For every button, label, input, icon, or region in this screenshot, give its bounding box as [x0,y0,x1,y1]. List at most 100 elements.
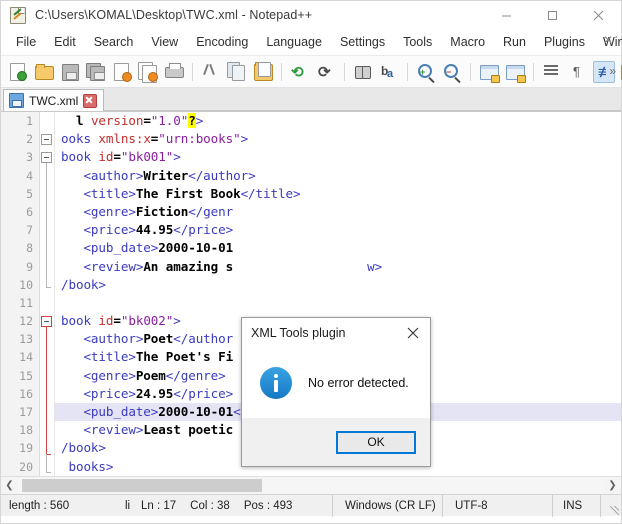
line-number: 5 [26,186,33,201]
line-number: 12 [19,314,33,329]
status-col: Col : 38 [190,499,230,512]
xml-tools-dialog[interactable]: XML Tools plugin No error detected. OK [241,317,431,467]
paste-icon[interactable] [252,61,274,83]
code-line-3: book id="bk001"> [61,149,181,165]
editor-area[interactable]: 1 2 3 4 5 6 7 8 9 10 11 12 13 14 15 16 1… [1,112,621,476]
fold-line-outer [46,163,47,473]
copy-icon[interactable] [226,61,248,83]
tab-twc-xml[interactable]: TWC.xml [3,89,105,111]
zoom-out-icon[interactable]: − [441,61,463,83]
line-number: 11 [19,295,33,310]
line-number: 15 [19,368,33,383]
resize-grip-icon[interactable] [607,495,621,517]
undo-icon[interactable]: ⟲ [289,61,311,83]
sync-horizontal-scroll-icon[interactable] [504,61,526,83]
line-number: 20 [19,459,33,474]
line-number: 17 [19,405,33,419]
line-number: 6 [26,204,33,219]
menu-item-macro[interactable]: Macro [441,32,494,52]
menu-item-tools[interactable]: Tools [394,32,441,52]
dialog-title-bar: XML Tools plugin [242,318,430,348]
tab-bar: TWC.xml [1,88,621,112]
menu-item-file[interactable]: File [7,32,45,52]
status-insert-mode[interactable]: INS [553,494,601,517]
menu-item-settings[interactable]: Settings [331,32,394,52]
status-bar: length : 560 li Ln : 17 Col : 38 Pos : 4… [1,494,621,517]
line-number: 16 [19,386,33,401]
toolbar-separator [192,62,193,81]
line-number: 7 [26,223,33,238]
cut-icon[interactable] [200,61,222,83]
code-line-7: <price>44.95</price> [61,222,234,238]
toolbar-separator [533,62,534,81]
toolbar-separator [470,62,471,81]
menu-item-search[interactable]: Search [85,32,143,52]
scroll-left-icon[interactable]: ❮ [1,477,18,494]
toolbar-overflow-icon[interactable]: » [609,64,616,78]
find-icon[interactable] [352,61,374,83]
menu-item-plugins[interactable]: Plugins [535,32,594,52]
title-bar: C:\Users\KOMAL\Desktop\TWC.xml - Notepad… [1,1,621,29]
print-icon[interactable] [163,61,185,83]
new-file-icon[interactable] [7,61,29,83]
close-all-icon[interactable] [137,61,159,83]
line-number: 13 [19,332,33,347]
code-line-9: <review>An amazing s w> [61,258,383,274]
line-number: 3 [26,150,33,165]
toolbar-separator [407,62,408,81]
status-length: length : 560 [9,499,70,512]
code-folding-margin[interactable] [40,112,55,476]
word-wrap-icon[interactable] [541,61,563,83]
close-document-icon[interactable]: ✕ [603,33,613,47]
fold-toggle-book-1[interactable] [41,152,52,163]
ok-button[interactable]: OK [336,430,416,454]
menu-item-edit[interactable]: Edit [45,32,85,52]
line-number: 1 [26,114,33,128]
menu-item-run[interactable]: Run [494,32,535,52]
fold-line-root [46,454,47,473]
dialog-message: No error detected. [308,376,409,390]
code-line-2: ooks xmlns:x="urn:books"> [61,131,249,147]
scroll-thumb[interactable] [22,479,262,492]
horizontal-scrollbar[interactable]: ❮ ❯ [1,476,621,494]
notepadpp-window: C:\Users\KOMAL\Desktop\TWC.xml - Notepad… [0,0,622,524]
toolbar: ⟲ ⟳ ba + − ¶ ≢ » [1,56,622,88]
toolbar-separator [344,62,345,81]
fold-toggle-books[interactable] [41,134,52,145]
zoom-in-icon[interactable]: + [415,61,437,83]
window-title: C:\Users\KOMAL\Desktop\TWC.xml - Notepad… [35,8,313,22]
sync-vertical-scroll-icon[interactable] [478,61,500,83]
info-icon [260,367,292,399]
scroll-right-icon[interactable]: ❯ [604,477,621,494]
redo-icon[interactable]: ⟳ [315,61,337,83]
status-eol-format[interactable]: Windows (CR LF) [333,494,443,517]
minimize-button[interactable] [483,1,529,29]
line-number: 9 [26,259,33,274]
line-number: 18 [19,423,33,438]
maximize-button[interactable] [529,1,575,29]
status-encoding[interactable]: UTF-8 [443,494,553,517]
save-icon[interactable] [59,61,81,83]
status-lines: li [125,499,131,512]
open-file-icon[interactable] [33,61,55,83]
show-all-characters-icon[interactable]: ¶ [567,61,589,83]
status-ln: Ln : 17 [141,499,177,512]
close-file-icon[interactable] [111,61,133,83]
save-all-icon[interactable] [85,61,107,83]
close-button[interactable] [575,1,621,29]
replace-icon[interactable]: ba [378,61,400,83]
menu-item-view[interactable]: View [142,32,187,52]
menu-item-encoding[interactable]: Encoding [187,32,257,52]
tab-close-icon[interactable] [83,93,98,108]
code-line-4: <author>Writer</author> [61,167,256,183]
code-line-1: l version="1.0"?> [61,113,204,128]
menu-item-language[interactable]: Language [257,32,331,52]
line-number: 14 [19,350,33,365]
line-number: 4 [26,168,33,183]
code-line-5: <title>The First Book</title> [61,185,301,201]
scroll-track[interactable] [18,478,604,493]
toolbar-separator [281,62,282,81]
notepad-plus-plus-icon [10,7,26,24]
dialog-close-icon[interactable] [396,318,430,348]
